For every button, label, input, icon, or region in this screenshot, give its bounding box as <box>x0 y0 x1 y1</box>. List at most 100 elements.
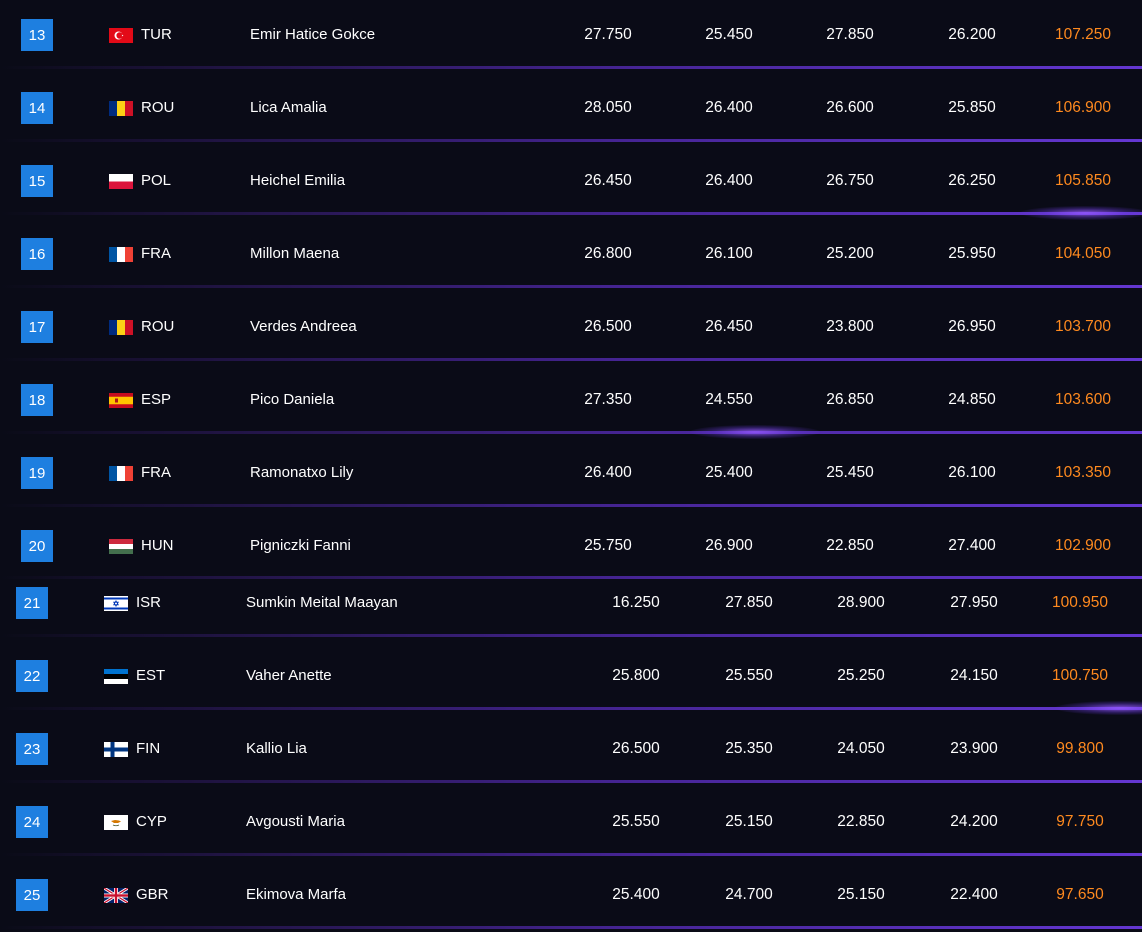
finland-flag-icon <box>104 742 128 757</box>
row-divider <box>0 634 1142 637</box>
apparatus-score: 26.600 <box>826 99 874 116</box>
france-flag-icon <box>109 247 133 262</box>
rank-badge: 23 <box>16 733 48 765</box>
apparatus-score: 25.250 <box>837 667 885 684</box>
apparatus-score: 26.200 <box>948 26 996 43</box>
apparatus-score: 26.100 <box>948 464 996 481</box>
athlete-name[interactable]: Kallio Lia <box>246 740 307 758</box>
rank-badge: 18 <box>21 384 53 416</box>
apparatus-score: 28.900 <box>837 594 885 611</box>
divider-glow <box>1055 701 1142 715</box>
row-divider <box>0 212 1142 215</box>
nation-code: CYP <box>136 813 167 830</box>
uk-flag-icon <box>104 888 128 903</box>
athlete-name[interactable]: Pigniczki Fanni <box>250 537 351 555</box>
rank-badge: 14 <box>21 92 53 124</box>
apparatus-score: 22.850 <box>826 537 874 554</box>
apparatus-score: 26.800 <box>584 245 632 262</box>
apparatus-score: 25.200 <box>826 245 874 262</box>
total-score: 103.350 <box>1054 464 1112 481</box>
nation-code: POL <box>141 172 172 189</box>
hungary-flag-icon <box>109 539 133 554</box>
nation-code: ESP <box>141 391 172 408</box>
athlete-name[interactable]: Millon Maena <box>250 245 339 263</box>
apparatus-score: 22.400 <box>950 886 998 903</box>
nation-code: HUN <box>141 537 174 554</box>
total-score: 97.650 <box>1056 886 1104 903</box>
apparatus-score: 25.150 <box>837 886 885 903</box>
apparatus-score: 25.850 <box>948 99 996 116</box>
rank-badge: 20 <box>21 530 53 562</box>
row-divider <box>0 358 1142 361</box>
rank-badge: 21 <box>16 587 48 619</box>
apparatus-score: 24.550 <box>705 391 753 408</box>
apparatus-score: 22.850 <box>837 813 885 830</box>
athlete-name[interactable]: Heichel Emilia <box>250 172 345 190</box>
row-divider <box>0 926 1142 929</box>
athlete-name[interactable]: Sumkin Meital Maayan <box>246 594 398 612</box>
athlete-name[interactable]: Verdes Andreea <box>250 318 357 336</box>
france-flag-icon <box>109 466 133 481</box>
apparatus-score: 26.100 <box>705 245 753 262</box>
total-score: 99.800 <box>1056 740 1104 757</box>
romania-flag-icon <box>109 101 133 116</box>
apparatus-score: 25.550 <box>612 813 660 830</box>
apparatus-score: 25.400 <box>612 886 660 903</box>
apparatus-score: 26.850 <box>826 391 874 408</box>
apparatus-score: 24.200 <box>950 813 998 830</box>
athlete-name[interactable]: Vaher Anette <box>246 667 332 685</box>
apparatus-score: 24.850 <box>948 391 996 408</box>
athlete-name[interactable]: Lica Amalia <box>250 99 327 117</box>
apparatus-score: 25.150 <box>725 813 773 830</box>
apparatus-score: 25.800 <box>612 667 660 684</box>
athlete-name[interactable]: Avgousti Maria <box>246 813 345 831</box>
rank-badge: 24 <box>16 806 48 838</box>
rank-badge: 17 <box>21 311 53 343</box>
row-divider <box>0 780 1142 783</box>
total-score: 106.900 <box>1054 99 1112 116</box>
athlete-name[interactable]: Ramonatxo Lily <box>250 464 353 482</box>
rank-badge: 19 <box>21 457 53 489</box>
spain-flag-icon <box>109 393 133 408</box>
apparatus-score: 26.950 <box>948 318 996 335</box>
total-score: 103.600 <box>1054 391 1112 408</box>
rank-badge: 25 <box>16 879 48 911</box>
apparatus-score: 26.450 <box>584 172 632 189</box>
apparatus-score: 26.400 <box>705 172 753 189</box>
apparatus-score: 26.750 <box>826 172 874 189</box>
row-divider <box>0 504 1142 507</box>
apparatus-score: 24.700 <box>725 886 773 903</box>
athlete-name[interactable]: Pico Daniela <box>250 391 334 409</box>
total-score: 97.750 <box>1056 813 1104 830</box>
apparatus-score: 25.950 <box>948 245 996 262</box>
row-divider <box>0 707 1142 710</box>
rank-badge: 13 <box>21 19 53 51</box>
apparatus-score: 26.500 <box>612 740 660 757</box>
total-score: 107.250 <box>1054 26 1112 43</box>
turkey-flag-icon <box>109 28 133 43</box>
apparatus-score: 26.450 <box>705 318 753 335</box>
nation-code: FRA <box>141 245 171 262</box>
nation-code: GBR <box>136 886 169 903</box>
apparatus-score: 27.950 <box>950 594 998 611</box>
apparatus-score: 27.350 <box>584 391 632 408</box>
apparatus-score: 24.050 <box>837 740 885 757</box>
estonia-flag-icon <box>104 669 128 684</box>
apparatus-score: 26.400 <box>705 99 753 116</box>
cyprus-flag-icon <box>104 815 128 830</box>
apparatus-score: 25.400 <box>705 464 753 481</box>
row-divider <box>0 853 1142 856</box>
rank-badge: 16 <box>21 238 53 270</box>
total-score: 100.750 <box>1051 667 1109 684</box>
athlete-name[interactable]: Ekimova Marfa <box>246 886 346 904</box>
apparatus-score: 23.900 <box>950 740 998 757</box>
total-score: 103.700 <box>1054 318 1112 335</box>
apparatus-score: 25.350 <box>725 740 773 757</box>
romania-flag-icon <box>109 320 133 335</box>
athlete-name[interactable]: Emir Hatice Gokce <box>250 26 375 44</box>
nation-code: FIN <box>136 740 161 757</box>
apparatus-score: 24.150 <box>950 667 998 684</box>
row-divider <box>0 285 1142 288</box>
nation-code: ROU <box>141 318 175 335</box>
total-score: 100.950 <box>1051 594 1109 611</box>
